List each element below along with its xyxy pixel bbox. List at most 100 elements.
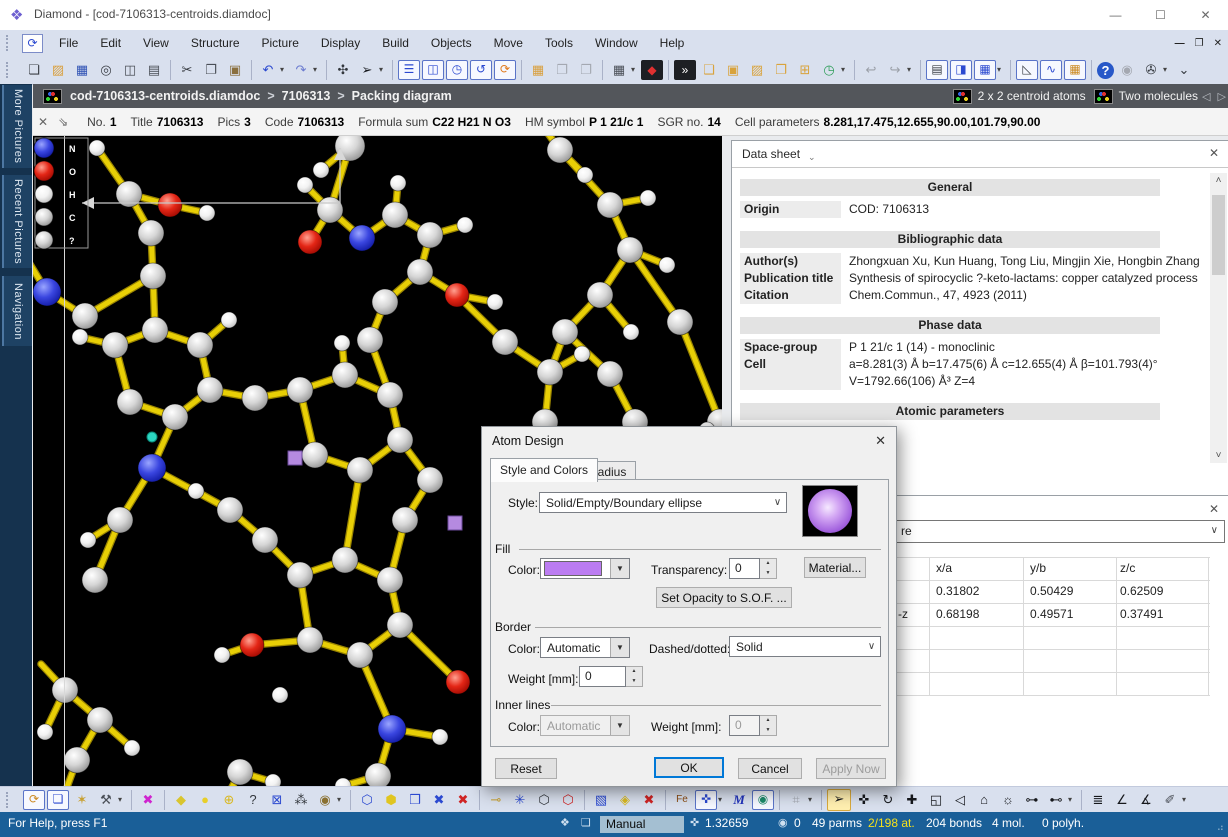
atom-C[interactable]: [107, 507, 133, 533]
atom-C[interactable]: [317, 197, 343, 223]
print-preview-icon[interactable]: ◫: [119, 60, 141, 80]
border-color-combobox[interactable]: Automatic ▼: [540, 637, 630, 658]
redo-dropdown-icon[interactable]: ▾: [313, 60, 322, 80]
atom-C[interactable]: [138, 220, 164, 246]
atom-H[interactable]: [124, 740, 140, 756]
data-properties-icon[interactable]: ◨: [950, 60, 972, 80]
plane-delete-icon[interactable]: ✖: [638, 790, 660, 810]
close-info-icon[interactable]: ✕: [38, 115, 48, 129]
powder-pattern-icon[interactable]: ∿: [1040, 60, 1062, 80]
scroll-up-icon[interactable]: ˄: [1210, 175, 1227, 186]
atom-C[interactable]: [372, 289, 398, 315]
coordination-sphere-dropdown-icon[interactable]: ▾: [337, 790, 346, 810]
transparency-spinner[interactable]: 0 ▲▼: [729, 558, 777, 579]
atom-C[interactable]: [407, 259, 433, 285]
atom-C[interactable]: [387, 427, 413, 453]
atom-C[interactable]: [252, 527, 278, 553]
atom-H[interactable]: [432, 729, 448, 745]
atom-H[interactable]: [188, 483, 204, 499]
atom-N[interactable]: [378, 715, 406, 743]
menu-objects[interactable]: Objects: [420, 30, 483, 56]
atom-O[interactable]: [158, 193, 182, 217]
viewport-center-dropdown-icon[interactable]: ▾: [718, 790, 727, 810]
atom-C[interactable]: [287, 377, 313, 403]
view-grid-icon[interactable]: ⌗: [785, 790, 807, 810]
atom-C[interactable]: [72, 303, 98, 329]
table-prev-icon[interactable]: ❐: [551, 60, 573, 80]
measure-free-icon[interactable]: ✐: [1159, 790, 1181, 810]
distance-plot-icon[interactable]: ◺: [1016, 60, 1038, 80]
toolbar-grip[interactable]: [6, 62, 14, 78]
atom-N[interactable]: [349, 225, 375, 251]
atom-N[interactable]: [138, 454, 166, 482]
viewport-center-icon[interactable]: ✜: [695, 790, 717, 810]
bond-create-icon[interactable]: ⊸: [485, 790, 507, 810]
bonds-break-red-icon[interactable]: ✖: [452, 790, 474, 810]
atom-H[interactable]: [272, 687, 288, 703]
measure-torsion-icon[interactable]: ∡: [1135, 790, 1157, 810]
centroid-square[interactable]: [288, 451, 302, 465]
atom-H[interactable]: [221, 312, 237, 328]
cancel-button[interactable]: Cancel: [738, 758, 802, 779]
atom-C[interactable]: [387, 612, 413, 638]
picture-tab[interactable]: 2 x 2 centroid atoms: [953, 89, 1086, 104]
maximize-icon[interactable]: ☐: [1138, 0, 1183, 30]
atom-C[interactable]: [82, 567, 108, 593]
toolbar-grip[interactable]: [6, 792, 14, 808]
scroll-thumb[interactable]: [1212, 195, 1225, 275]
scrollbar[interactable]: ˄ ˅: [1210, 173, 1227, 463]
picture-tab[interactable]: Two molecules: [1094, 89, 1198, 104]
style-combobox[interactable]: Solid/Empty/Boundary ellipse ∨: [539, 492, 787, 513]
print-icon[interactable]: ▤: [143, 60, 165, 80]
atom-H[interactable]: [37, 724, 53, 740]
spin-down-icon[interactable]: ▼: [626, 677, 642, 687]
menu-file[interactable]: File: [48, 30, 89, 56]
atom-C[interactable]: [537, 359, 563, 385]
atom-O[interactable]: [445, 283, 469, 307]
inner-color-combobox[interactable]: Automatic ▼: [540, 715, 630, 736]
atom-C[interactable]: [227, 759, 253, 785]
spin-up-icon[interactable]: ▲: [626, 667, 642, 677]
spin-down-icon[interactable]: ▼: [760, 726, 776, 736]
atom-C[interactable]: [417, 222, 443, 248]
sidebar-tab-recent-pictures[interactable]: Recent Pictures: [2, 175, 32, 268]
frame-next-icon[interactable]: ⊷: [1045, 790, 1067, 810]
atom-C[interactable]: [197, 377, 223, 403]
resize-grip[interactable]: ⣠: [1217, 820, 1225, 831]
atom-H[interactable]: [390, 175, 406, 191]
atom-C[interactable]: [617, 237, 643, 263]
document-refresh-icon[interactable]: ⟳: [22, 34, 43, 53]
atom-H[interactable]: [199, 205, 215, 221]
window-undo-icon[interactable]: ↺: [470, 60, 492, 80]
atom-C[interactable]: [667, 309, 693, 335]
atom-H[interactable]: [89, 140, 105, 156]
tool-spin-icon[interactable]: ☼: [997, 790, 1019, 810]
add-atoms-icon[interactable]: ●: [194, 790, 216, 810]
pack-molecules-icon[interactable]: ❒: [404, 790, 426, 810]
render-screen-icon[interactable]: ◆: [641, 60, 663, 80]
menu-display[interactable]: Display: [310, 30, 371, 56]
cut-icon[interactable]: ✂: [176, 60, 198, 80]
window-refresh-icon[interactable]: ⟳: [494, 60, 516, 80]
fill-atom-icon[interactable]: ◆: [170, 790, 192, 810]
atom-O[interactable]: [240, 633, 264, 657]
menu-window[interactable]: Window: [584, 30, 649, 56]
insert-atom-icon[interactable]: ⊕: [218, 790, 240, 810]
picture-history-dropdown-icon[interactable]: ▾: [841, 60, 850, 80]
spinner-arrows[interactable]: ▲▼: [626, 666, 643, 687]
inner-weight-spinner[interactable]: 0 ▲▼: [729, 715, 777, 736]
atom-H[interactable]: [313, 162, 329, 178]
close-icon[interactable]: ✕: [1183, 0, 1228, 30]
close-icon[interactable]: ✕: [1209, 502, 1219, 516]
atom-H[interactable]: [297, 177, 313, 193]
picture-update-icon[interactable]: ⟳: [23, 790, 45, 810]
more-tools-icon[interactable]: »: [674, 60, 696, 80]
tab-style-and-colors[interactable]: Style and Colors: [490, 458, 598, 482]
menu-picture[interactable]: Picture: [251, 30, 310, 56]
coordination-sphere-icon[interactable]: ◉: [314, 790, 336, 810]
close-icon[interactable]: ✕: [1209, 146, 1219, 160]
tool-move-icon[interactable]: ✜: [853, 790, 875, 810]
tool-zoom-icon[interactable]: ◱: [925, 790, 947, 810]
build-tools-dropdown-icon[interactable]: ▾: [118, 790, 127, 810]
close-icon[interactable]: ✕: [875, 433, 886, 449]
